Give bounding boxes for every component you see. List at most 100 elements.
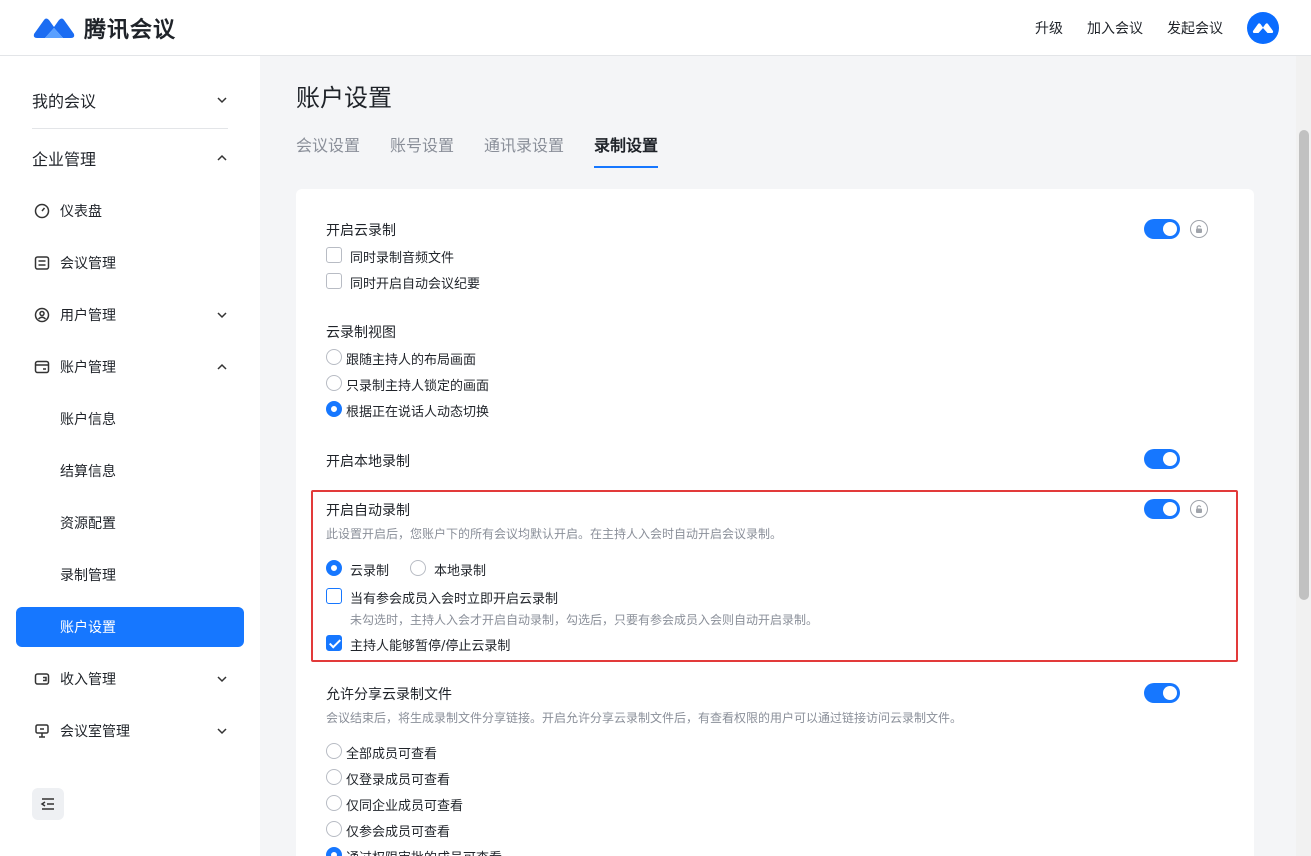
- cloud-record-radio[interactable]: [326, 560, 342, 576]
- sidebar-item-income-management[interactable]: 收入管理: [16, 659, 244, 699]
- padlock-icon: [1196, 225, 1202, 233]
- record-audio-label: 同时录制音频文件: [350, 251, 455, 266]
- host-pause-label: 主持人能够暂停/停止云录制: [350, 639, 511, 654]
- list-icon: [34, 256, 50, 270]
- sidebar: 我的会议 企业管理 仪表盘 会议管理 用户管理 账户管理 账户信息 结算信息 资…: [0, 56, 260, 856]
- chevron-down-icon: [217, 728, 227, 735]
- active-speaker-radio[interactable]: [326, 401, 342, 417]
- sidebar-item-label: 仪表盘: [60, 204, 102, 220]
- sidebar-item-my-meetings[interactable]: 我的会议: [16, 80, 244, 120]
- avatar-logo-icon: [1252, 23, 1274, 33]
- host-pause-checkbox[interactable]: [326, 635, 342, 651]
- chevron-down-icon: [217, 97, 227, 104]
- local-record-radio[interactable]: [410, 560, 426, 576]
- share-logged-in-radio[interactable]: [326, 769, 342, 785]
- lock-icon[interactable]: [1190, 220, 1208, 238]
- join-meeting-link[interactable]: 加入会议: [1087, 18, 1143, 38]
- collapse-sidebar-button[interactable]: [32, 788, 64, 820]
- sidebar-item-resource-config[interactable]: 资源配置: [16, 503, 244, 543]
- sidebar-item-account-info[interactable]: 账户信息: [16, 399, 244, 439]
- share-same-enterprise-radio[interactable]: [326, 795, 342, 811]
- sidebar-item-dashboard[interactable]: 仪表盘: [16, 191, 244, 231]
- share-all-label: 全部成员可查看: [346, 747, 438, 762]
- chevron-up-icon: [217, 154, 227, 161]
- lock-icon[interactable]: [1190, 500, 1208, 518]
- host-locked-view-label: 只录制主持人锁定的画面: [346, 379, 490, 394]
- chevron-down-icon: [217, 312, 227, 319]
- active-speaker-label: 根据正在说话人动态切换: [346, 405, 490, 420]
- share-approved-radio[interactable]: [326, 847, 342, 856]
- share-participants-label: 仅参会成员可查看: [346, 825, 451, 840]
- share-approved-label: 通过权限审批的成员可查看: [346, 847, 502, 856]
- padlock-icon: [1196, 505, 1202, 513]
- sidebar-item-label: 结算信息: [60, 464, 116, 480]
- wallet-icon: [34, 360, 50, 374]
- cloud-record-toggle[interactable]: [1144, 219, 1180, 239]
- sidebar-divider: [32, 128, 228, 129]
- scrollbar[interactable]: [1296, 56, 1311, 856]
- top-links: 升级 加入会议 发起会议: [1035, 18, 1223, 38]
- share-record-description: 会议结束后，将生成录制文件分享链接。开启允许分享云录制文件后，有查看权限的用户可…: [326, 711, 963, 725]
- settings-tabs: 会议设置 账号设置 通讯录设置 录制设置: [296, 132, 659, 168]
- brand-name: 腾讯会议: [84, 18, 177, 43]
- local-record-label: 开启本地录制: [326, 454, 410, 470]
- share-same-enterprise-label: 仅同企业成员可查看: [346, 799, 464, 814]
- share-all-radio[interactable]: [326, 743, 342, 759]
- auto-record-description: 此设置开启后，您账户下的所有会议均默认开启。在主持人入会时自动开启会议录制。: [326, 527, 783, 541]
- host-locked-view-radio[interactable]: [326, 375, 342, 391]
- sidebar-item-label: 企业管理: [32, 150, 97, 169]
- sidebar-item-label: 账户管理: [60, 360, 116, 376]
- upgrade-link[interactable]: 升级: [1035, 18, 1063, 38]
- sidebar-item-label: 我的会议: [32, 92, 97, 111]
- auto-minutes-checkbox[interactable]: [326, 273, 342, 289]
- tab-meeting-settings[interactable]: 会议设置: [296, 132, 360, 168]
- user-icon: [34, 307, 50, 323]
- sidebar-item-label: 会议室管理: [60, 724, 130, 740]
- meeting-room-icon: [35, 724, 49, 738]
- record-audio-checkbox[interactable]: [326, 247, 342, 263]
- tab-recording-settings[interactable]: 录制设置: [594, 132, 659, 168]
- sidebar-item-label: 资源配置: [60, 516, 116, 532]
- dashboard-icon: [34, 203, 50, 219]
- avatar[interactable]: [1247, 12, 1279, 44]
- income-icon: [34, 673, 50, 685]
- sidebar-item-label: 收入管理: [60, 672, 116, 688]
- sidebar-item-enterprise[interactable]: 企业管理: [16, 138, 244, 178]
- local-record-toggle[interactable]: [1144, 449, 1180, 469]
- share-participants-radio[interactable]: [326, 821, 342, 837]
- member-join-record-label: 当有参会成员入会时立即开启云录制: [350, 592, 559, 607]
- auto-record-toggle[interactable]: [1144, 499, 1180, 519]
- local-record-radio-label: 本地录制: [434, 564, 487, 579]
- auto-minutes-label: 同时开启自动会议纪要: [350, 277, 481, 292]
- scrollbar-thumb[interactable]: [1299, 130, 1309, 600]
- sidebar-item-label: 用户管理: [60, 308, 116, 324]
- cloud-record-radio-label: 云录制: [350, 564, 390, 579]
- sidebar-item-label: 账户设置: [60, 620, 116, 636]
- sidebar-item-user-management[interactable]: 用户管理: [16, 295, 244, 335]
- collapse-menu-icon: [40, 798, 54, 810]
- sidebar-item-label: 会议管理: [60, 256, 116, 272]
- chevron-down-icon: [217, 676, 227, 683]
- sidebar-item-account-settings[interactable]: 账户设置: [16, 607, 244, 647]
- follow-host-layout-radio[interactable]: [326, 349, 342, 365]
- sidebar-item-meeting-room-management[interactable]: 会议室管理: [16, 711, 244, 751]
- tencent-meeting-logo-icon: [33, 18, 75, 38]
- follow-host-layout-label: 跟随主持人的布局画面: [346, 353, 477, 368]
- tab-contacts-settings[interactable]: 通讯录设置: [484, 132, 564, 168]
- auto-record-label: 开启自动录制: [326, 503, 410, 519]
- sidebar-item-meeting-management[interactable]: 会议管理: [16, 243, 244, 283]
- share-record-toggle[interactable]: [1144, 683, 1180, 703]
- sidebar-item-account-management[interactable]: 账户管理: [16, 347, 244, 387]
- share-logged-in-label: 仅登录成员可查看: [346, 773, 451, 788]
- chevron-up-icon: [217, 363, 227, 370]
- sidebar-item-recording-management[interactable]: 录制管理: [16, 555, 244, 595]
- tab-account-settings[interactable]: 账号设置: [390, 132, 454, 168]
- start-meeting-link[interactable]: 发起会议: [1167, 18, 1223, 38]
- brand-logo[interactable]: 腾讯会议: [32, 14, 177, 43]
- share-record-label: 允许分享云录制文件: [326, 687, 452, 703]
- sidebar-item-billing-info[interactable]: 结算信息: [16, 451, 244, 491]
- sidebar-item-label: 录制管理: [60, 568, 116, 584]
- member-join-record-checkbox[interactable]: [326, 588, 342, 604]
- cloud-view-label: 云录制视图: [326, 325, 396, 341]
- sidebar-item-label: 账户信息: [60, 412, 116, 428]
